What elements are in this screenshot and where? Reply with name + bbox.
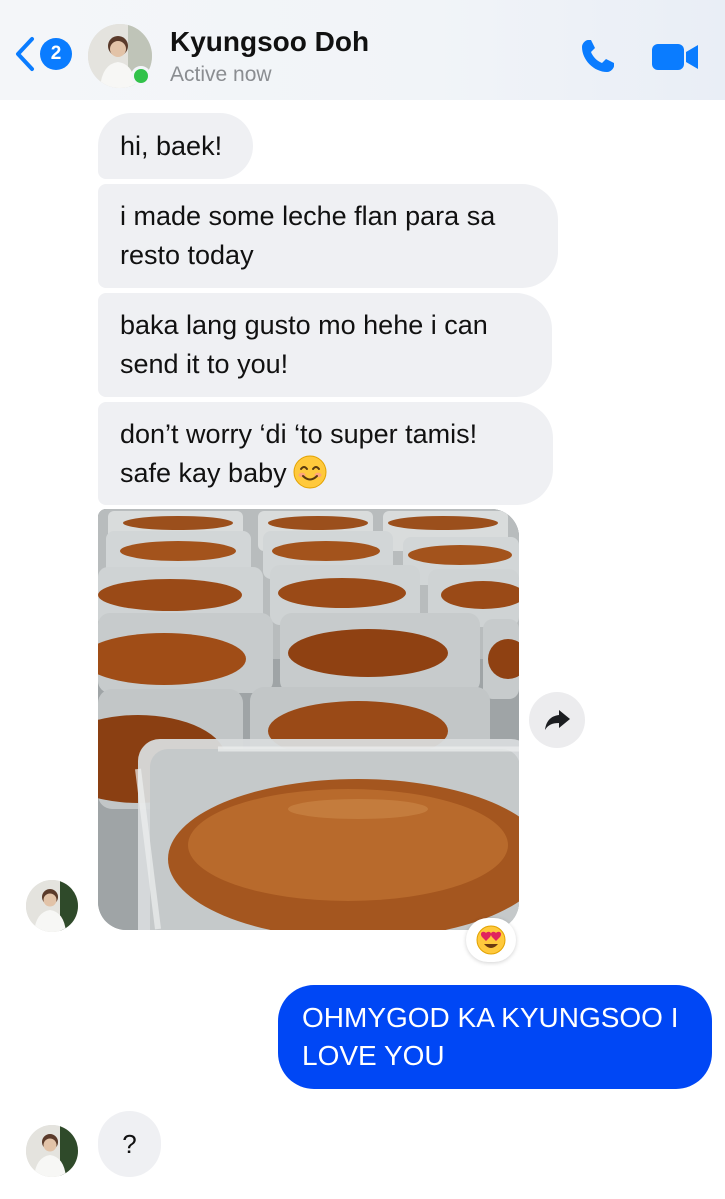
received-message[interactable]: baka lang gusto mo hehe i can send it to… xyxy=(98,293,552,397)
message-line: OHMYGOD KA KYUNGSOO I xyxy=(302,1002,679,1033)
contact-avatar-small[interactable] xyxy=(26,880,78,932)
smiling-face-icon xyxy=(293,455,327,488)
online-indicator xyxy=(131,66,151,86)
share-button[interactable] xyxy=(529,692,585,748)
leche-flan-photo[interactable] xyxy=(98,509,519,930)
forward-arrow-icon xyxy=(545,710,570,730)
contact-name[interactable]: Kyungsoo Doh xyxy=(170,26,369,58)
message-line: baka lang gusto mo hehe i can xyxy=(120,310,488,340)
heart-eyes-icon xyxy=(476,925,506,955)
back-chevron-icon xyxy=(16,37,34,71)
received-message[interactable]: hi, baek! xyxy=(98,113,253,179)
active-status: Active now xyxy=(170,63,272,86)
message-text: safe kay baby xyxy=(120,457,287,488)
conversation-header: 2 Kyungsoo Doh Active now xyxy=(0,0,725,100)
contact-avatar-small[interactable] xyxy=(26,1125,78,1177)
received-message[interactable]: ? xyxy=(98,1111,161,1177)
back-button[interactable]: 2 xyxy=(14,34,74,74)
unread-count-badge: 2 xyxy=(40,38,72,70)
message-reaction[interactable] xyxy=(466,918,516,962)
phone-icon[interactable] xyxy=(578,36,618,76)
message-line: ? xyxy=(122,1128,137,1159)
message-line: LOVE YOU xyxy=(302,1040,445,1071)
message-line: send it to you! xyxy=(120,349,289,379)
video-camera-icon[interactable] xyxy=(650,36,700,76)
message-line: resto today xyxy=(120,240,254,270)
message-line: don’t worry ‘di ‘to super tamis! xyxy=(120,418,478,449)
received-message[interactable]: don’t worry ‘di ‘to super tamis! safe ka… xyxy=(98,402,553,505)
message-line: safe kay baby xyxy=(120,454,531,493)
received-message[interactable]: i made some leche flan para sa resto tod… xyxy=(98,184,558,288)
message-line: hi, baek! xyxy=(120,130,223,161)
sent-message[interactable]: OHMYGOD KA KYUNGSOO I LOVE YOU xyxy=(278,985,712,1089)
message-line: i made some leche flan para sa xyxy=(120,201,496,231)
